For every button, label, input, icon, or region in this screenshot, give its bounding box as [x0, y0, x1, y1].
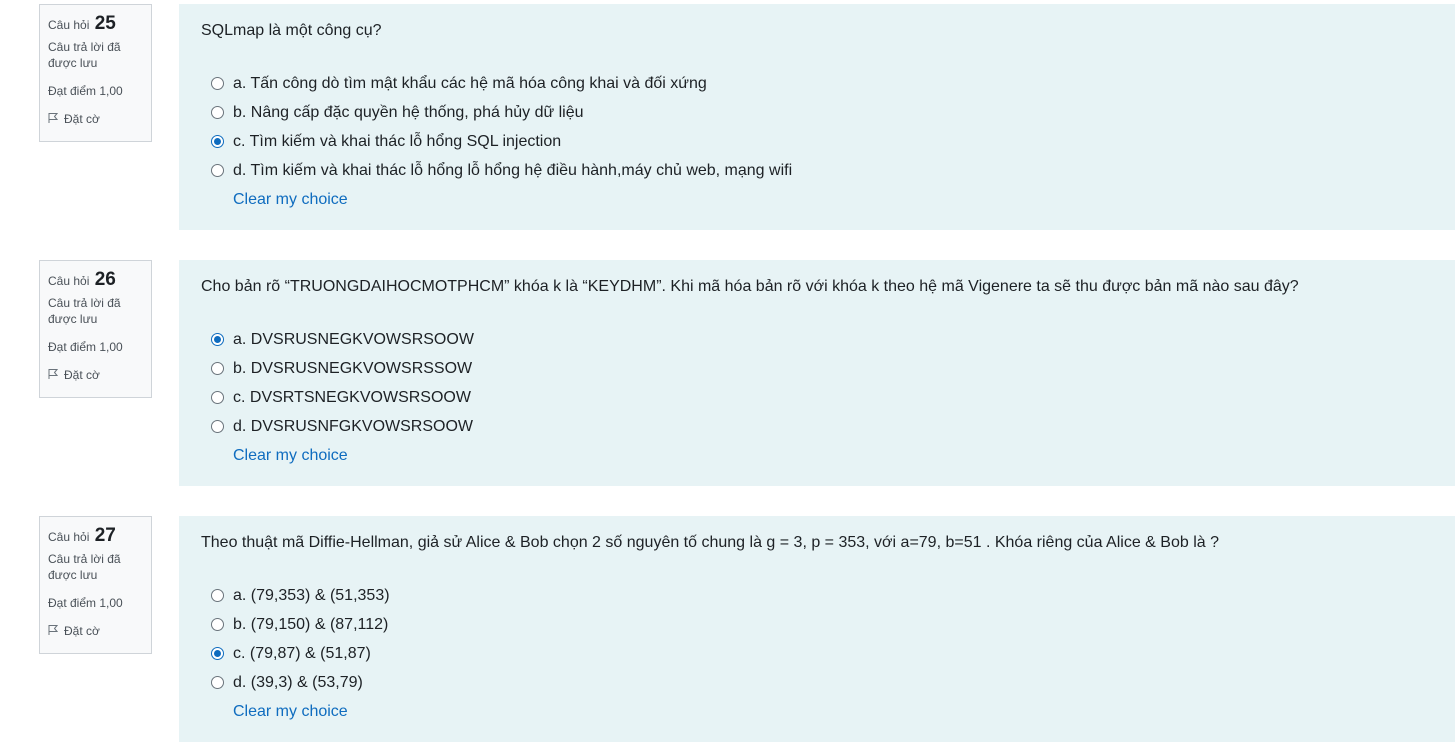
question-label: Câu hỏi	[48, 274, 90, 288]
answer-radio-b[interactable]	[211, 618, 224, 631]
question-number-line: Câu hỏi 25	[48, 13, 143, 35]
question-state: Câu trả lời đã được lưu	[48, 552, 121, 582]
question-grade: Đạt điểm 1,00	[48, 596, 123, 610]
answer-radio-d[interactable]	[211, 676, 224, 689]
question-text: SQLmap là một công cụ?	[201, 22, 382, 39]
question-25: Câu hỏi 25 Câu trả lời đã được lưu Đạt đ…	[0, 4, 1455, 230]
question-content: SQLmap là một công cụ? a. Tấn công dò tì…	[179, 4, 1455, 230]
answer-radio-a[interactable]	[211, 589, 224, 602]
question-label: Câu hỏi	[48, 18, 90, 32]
answer-radio-d[interactable]	[211, 420, 224, 433]
question-26: Câu hỏi 26 Câu trả lời đã được lưu Đạt đ…	[0, 260, 1455, 486]
flag-question-button[interactable]: Đặt cờ	[48, 367, 143, 384]
answer-list: a. (79,353) & (51,353) b. (79,150) & (87…	[201, 581, 1433, 697]
answer-radio-c[interactable]	[211, 391, 224, 404]
answer-label[interactable]: b. (79,150) & (87,112)	[233, 610, 388, 639]
question-27: Câu hỏi 27 Câu trả lời đã được lưu Đạt đ…	[0, 516, 1455, 742]
question-number-line: Câu hỏi 26	[48, 269, 143, 291]
answer-label[interactable]: d. (39,3) & (53,79)	[233, 668, 363, 697]
flag-icon	[48, 112, 60, 128]
question-number: 26	[94, 269, 116, 290]
flag-question-button[interactable]: Đặt cờ	[48, 623, 143, 640]
answer-radio-c[interactable]	[211, 135, 224, 148]
flag-label: Đặt cờ	[64, 624, 100, 638]
answer-radio-b[interactable]	[211, 106, 224, 119]
answer-label[interactable]: c. Tìm kiếm và khai thác lỗ hổng SQL inj…	[233, 127, 561, 156]
answer-option-a[interactable]: a. (79,353) & (51,353)	[201, 581, 1433, 610]
answer-option-b[interactable]: b. (79,150) & (87,112)	[201, 610, 1433, 639]
answer-radio-a[interactable]	[211, 77, 224, 90]
clear-choice-link[interactable]: Clear my choice	[233, 701, 348, 723]
answer-option-a[interactable]: a. DVSRUSNEGKVOWSRSOOW	[201, 325, 1433, 354]
question-info-box: Câu hỏi 27 Câu trả lời đã được lưu Đạt đ…	[39, 516, 152, 654]
flag-icon	[48, 368, 60, 384]
question-label: Câu hỏi	[48, 530, 90, 544]
answer-label[interactable]: d. DVSRUSNFGKVOWSRSOOW	[233, 412, 473, 441]
question-text: Theo thuật mã Diffie-Hellman, giả sử Ali…	[201, 534, 1219, 551]
answer-option-c[interactable]: c. Tìm kiếm và khai thác lỗ hổng SQL inj…	[201, 127, 1433, 156]
question-state: Câu trả lời đã được lưu	[48, 296, 121, 326]
answer-label[interactable]: b. Nâng cấp đặc quyền hệ thống, phá hủy …	[233, 98, 584, 127]
question-info-box: Câu hỏi 26 Câu trả lời đã được lưu Đạt đ…	[39, 260, 152, 398]
question-number: 27	[94, 525, 116, 546]
answer-label[interactable]: c. DVSRTSNEGKVOWSRSOOW	[233, 383, 471, 412]
question-state: Câu trả lời đã được lưu	[48, 40, 121, 70]
flag-label: Đặt cờ	[64, 112, 100, 126]
question-number: 25	[94, 13, 116, 34]
question-content: Cho bản rõ “TRUONGDAIHOCMOTPHCM” khóa k …	[179, 260, 1455, 486]
answer-option-d[interactable]: d. DVSRUSNFGKVOWSRSOOW	[201, 412, 1433, 441]
question-grade: Đạt điểm 1,00	[48, 84, 123, 98]
answer-radio-a[interactable]	[211, 333, 224, 346]
answer-label[interactable]: a. Tấn công dò tìm mật khẩu các hệ mã hó…	[233, 69, 707, 98]
clear-choice-link[interactable]: Clear my choice	[233, 445, 348, 467]
answer-label[interactable]: d. Tìm kiếm và khai thác lỗ hổng lỗ hổng…	[233, 156, 792, 185]
question-text: Cho bản rõ “TRUONGDAIHOCMOTPHCM” khóa k …	[201, 278, 1299, 295]
answer-radio-c[interactable]	[211, 647, 224, 660]
answer-list: a. Tấn công dò tìm mật khẩu các hệ mã hó…	[201, 69, 1433, 185]
answer-option-d[interactable]: d. Tìm kiếm và khai thác lỗ hổng lỗ hổng…	[201, 156, 1433, 185]
answer-option-a[interactable]: a. Tấn công dò tìm mật khẩu các hệ mã hó…	[201, 69, 1433, 98]
clear-choice-link[interactable]: Clear my choice	[233, 189, 348, 211]
answer-option-c[interactable]: c. (79,87) & (51,87)	[201, 639, 1433, 668]
answer-radio-d[interactable]	[211, 164, 224, 177]
answer-option-b[interactable]: b. Nâng cấp đặc quyền hệ thống, phá hủy …	[201, 98, 1433, 127]
flag-label: Đặt cờ	[64, 368, 100, 382]
answer-radio-b[interactable]	[211, 362, 224, 375]
question-number-line: Câu hỏi 27	[48, 525, 143, 547]
answer-list: a. DVSRUSNEGKVOWSRSOOW b. DVSRUSNEGKVOWS…	[201, 325, 1433, 441]
answer-option-b[interactable]: b. DVSRUSNEGKVOWSRSSOW	[201, 354, 1433, 383]
answer-option-d[interactable]: d. (39,3) & (53,79)	[201, 668, 1433, 697]
question-content: Theo thuật mã Diffie-Hellman, giả sử Ali…	[179, 516, 1455, 742]
answer-label[interactable]: a. (79,353) & (51,353)	[233, 581, 390, 610]
question-grade: Đạt điểm 1,00	[48, 340, 123, 354]
answer-label[interactable]: b. DVSRUSNEGKVOWSRSSOW	[233, 354, 472, 383]
answer-label[interactable]: c. (79,87) & (51,87)	[233, 639, 371, 668]
flag-icon	[48, 624, 60, 640]
flag-question-button[interactable]: Đặt cờ	[48, 111, 143, 128]
answer-option-c[interactable]: c. DVSRTSNEGKVOWSRSOOW	[201, 383, 1433, 412]
answer-label[interactable]: a. DVSRUSNEGKVOWSRSOOW	[233, 325, 474, 354]
question-info-box: Câu hỏi 25 Câu trả lời đã được lưu Đạt đ…	[39, 4, 152, 142]
